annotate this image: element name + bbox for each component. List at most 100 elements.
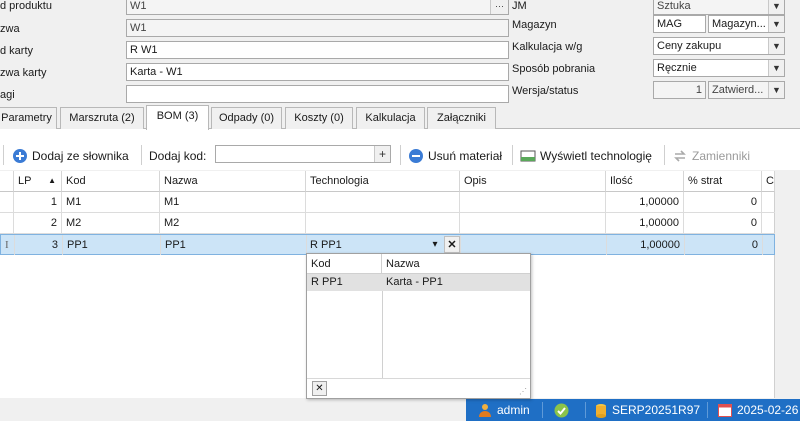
column-header-strat[interactable]: % strat	[684, 171, 762, 192]
add-code-input[interactable]: +	[215, 145, 391, 163]
technology-icon	[520, 150, 536, 162]
tab-parametry[interactable]: Parametry	[0, 107, 57, 129]
table-row-selected[interactable]: I 3 PP1 PP1 R PP1 ▾ ✕ 1,00000 0	[0, 234, 775, 255]
resize-grip-icon[interactable]: ⋰	[519, 387, 527, 396]
status-separator	[707, 402, 708, 418]
column-header-opis[interactable]: Opis	[460, 171, 606, 192]
bom-toolbar: Dodaj ze słownika Dodaj kod: + Usuń mate…	[0, 140, 800, 170]
kod-karty-field[interactable]: R W1	[126, 41, 509, 59]
check-icon	[554, 403, 569, 417]
technologia-editor-value: R PP1	[310, 239, 342, 251]
chevron-down-icon[interactable]: ▼	[768, 38, 784, 54]
remove-material-label: Usuń materiał	[428, 149, 503, 163]
add-code-label: Dodaj kod:	[149, 149, 207, 163]
kod-produktu-value: W1	[130, 0, 147, 12]
close-icon[interactable]: ✕	[312, 381, 327, 396]
grid-right-edge	[775, 171, 800, 398]
status-database[interactable]: SERP20251R97	[595, 399, 700, 421]
status-user-label: admin	[497, 403, 530, 417]
row-header-corner	[0, 171, 14, 192]
plus-icon[interactable]: +	[374, 146, 390, 162]
toolbar-separator	[664, 145, 665, 165]
uwagi-field[interactable]	[126, 85, 509, 103]
chevron-down-icon[interactable]: ▾	[427, 235, 443, 255]
sposob-select[interactable]: Ręcznie ▼	[653, 59, 785, 77]
jm-label: JM	[512, 0, 527, 12]
status-connection[interactable]	[554, 399, 569, 421]
wersja-field[interactable]: 1	[653, 81, 706, 99]
database-icon	[596, 403, 606, 418]
clear-icon[interactable]: ✕	[444, 236, 460, 253]
swap-icon	[674, 150, 686, 162]
column-header-kod[interactable]: Kod	[62, 171, 160, 192]
remove-material-button[interactable]: Usuń materiał	[408, 146, 502, 166]
cell-lp: 3	[15, 235, 63, 255]
technology-lookup-popup: Kod Nazwa R PP1 Karta - PP1 ✕ ⋰	[306, 253, 531, 399]
tab-bar: Parametry Marszruta (2) BOM (3) Odpady (…	[0, 105, 800, 130]
tab-zalaczniki[interactable]: Załączniki	[427, 107, 496, 129]
status-value: Zatwierd...	[712, 84, 764, 96]
cell-lp: 2	[14, 213, 62, 233]
chevron-down-icon[interactable]: ▼	[768, 0, 784, 14]
jm-select[interactable]: Sztuka ▼	[653, 0, 785, 15]
nazwa-karty-field[interactable]: Karta - W1	[126, 63, 509, 81]
cell-opis	[461, 235, 607, 255]
chevron-down-icon[interactable]: ▼	[768, 16, 784, 32]
tab-content-top	[0, 129, 800, 140]
cell-kod: M2	[62, 213, 160, 233]
column-header-technologia[interactable]: Technologia	[306, 171, 460, 192]
tab-odpady[interactable]: Odpady (0)	[211, 107, 282, 129]
add-from-dictionary-button[interactable]: Dodaj ze słownika	[12, 146, 129, 166]
cell-strat: 0	[684, 192, 762, 212]
popup-cell-nazwa: Karta - PP1	[386, 276, 443, 288]
cell-strat: 0	[684, 213, 762, 233]
popup-footer-divider	[307, 378, 530, 379]
table-row[interactable]: 1 M1 M1 1,00000 0	[0, 192, 775, 213]
tab-marszruta[interactable]: Marszruta (2)	[60, 107, 144, 129]
kod-karty-label: d karty	[0, 45, 34, 57]
kod-produktu-field[interactable]: W1 ···	[126, 0, 509, 15]
toolbar-separator	[400, 145, 401, 165]
show-technology-button[interactable]: Wyświetl technologię	[520, 146, 652, 166]
magazyn-code-field[interactable]: MAG	[653, 15, 706, 33]
sposob-label: Sposób pobrania	[512, 63, 596, 75]
status-date[interactable]: 2025-02-26	[718, 399, 798, 421]
browse-button[interactable]: ···	[490, 0, 508, 14]
cell-lp: 1	[14, 192, 62, 212]
chevron-down-icon[interactable]: ▼	[768, 60, 784, 76]
magazyn-value: Magazyn...	[712, 18, 766, 30]
kalkulacja-label: Kalkulacja w/g	[512, 41, 583, 53]
row-indicator: I	[1, 235, 15, 255]
nazwa-label: zwa	[0, 23, 20, 35]
column-header-nazwa[interactable]: Nazwa	[160, 171, 306, 192]
cell-kod: PP1	[63, 235, 161, 255]
tab-koszty[interactable]: Koszty (0)	[285, 107, 353, 129]
nazwa-karty-label: zwa karty	[0, 67, 47, 79]
cell-ilosc: 1,00000	[606, 192, 684, 212]
remove-icon	[409, 149, 423, 163]
cell-nazwa: M2	[160, 213, 306, 233]
table-row[interactable]: 2 M2 M2 1,00000 0	[0, 213, 775, 234]
popup-list-item[interactable]: R PP1 Karta - PP1	[307, 274, 530, 291]
cell-ilosc: 1,00000	[606, 213, 684, 233]
popup-column-nazwa[interactable]: Nazwa	[382, 254, 530, 274]
tab-bom[interactable]: BOM (3)	[146, 105, 209, 130]
jm-value: Sztuka	[657, 0, 691, 12]
status-date-label: 2025-02-26	[737, 403, 799, 417]
kalkulacja-select[interactable]: Ceny zakupu ▼	[653, 37, 785, 55]
status-select[interactable]: Zatwierd... ▼	[708, 81, 785, 99]
magazyn-select[interactable]: Magazyn... ▼	[708, 15, 785, 33]
cell-technologia	[306, 213, 460, 233]
kalkulacja-value: Ceny zakupu	[657, 40, 722, 52]
substitutes-button[interactable]: Zamienniki	[672, 146, 750, 166]
technologia-editor[interactable]: R PP1 ▾ ✕	[307, 235, 461, 255]
nazwa-field[interactable]: W1	[126, 19, 509, 37]
tab-kalkulacja[interactable]: Kalkulacja	[356, 107, 425, 129]
status-user[interactable]: admin	[478, 399, 530, 421]
column-header-lp[interactable]: LP ▲	[14, 171, 62, 192]
popup-column-kod[interactable]: Kod	[307, 254, 382, 274]
column-header-cena[interactable]: Ce	[762, 171, 775, 192]
chevron-down-icon[interactable]: ▼	[768, 82, 784, 98]
column-header-ilosc[interactable]: Ilość	[606, 171, 684, 192]
cell-kod: M1	[62, 192, 160, 212]
